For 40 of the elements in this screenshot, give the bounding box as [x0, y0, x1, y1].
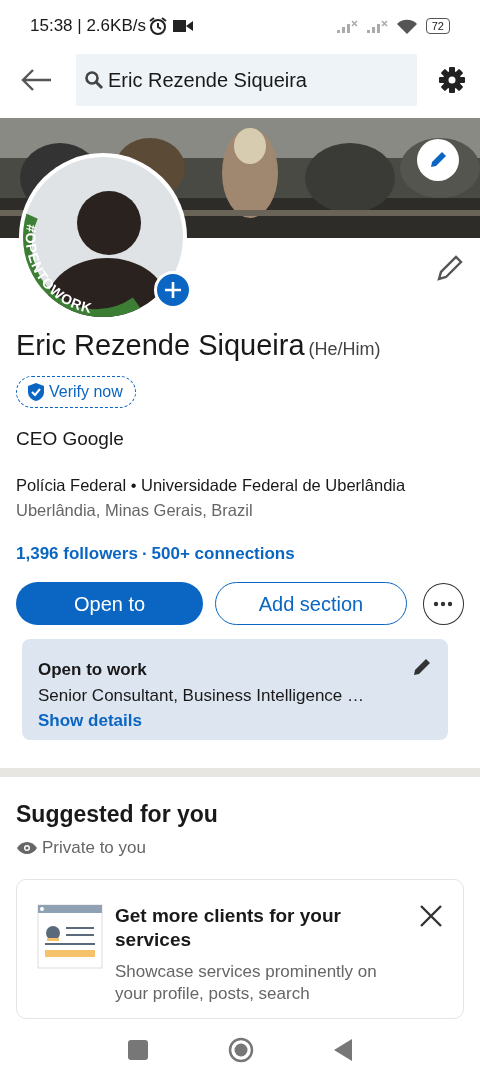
privacy-note: Private to you: [42, 837, 146, 859]
organizations: Polícia Federal • Universidade Federal de Uberlândia: [16, 475, 407, 496]
show-details-link[interactable]: Show details: [38, 708, 142, 734]
pencil-icon[interactable]: [412, 657, 432, 677]
search-icon: [84, 70, 104, 90]
card-text: Senior Consultant, Business Intelligence …: [38, 684, 365, 707]
signal-icon: [365, 19, 388, 33]
pencil-icon[interactable]: [436, 254, 464, 282]
headline: CEO Google: [16, 426, 125, 451]
more-icon: [433, 600, 454, 607]
card-title: Get more clients for your services: [115, 903, 342, 953]
search-field[interactable]: Eric Rezende Siqueira: [76, 54, 417, 106]
status-time: 15:38 | 2.6KB/s: [30, 15, 146, 38]
followers-link[interactable]: 1,396 followers: [16, 540, 138, 566]
camera-icon: [172, 19, 193, 33]
verify-button[interactable]: Verify now: [16, 375, 136, 408]
connections-link[interactable]: 500+ connections: [151, 540, 295, 566]
section-title: Suggested for you: [16, 799, 219, 829]
back-arrow-icon[interactable]: [20, 68, 52, 92]
separator: ·: [141, 542, 148, 565]
pencil-icon: [428, 150, 448, 170]
shield-check-icon: [27, 381, 45, 402]
card-title: Open to work: [38, 659, 148, 681]
signal-icon: [335, 19, 358, 33]
plus-icon: [164, 281, 182, 299]
alarm-icon: [147, 16, 168, 36]
battery-icon: 72: [425, 18, 450, 34]
back-icon[interactable]: [334, 1039, 352, 1061]
open-to-button[interactable]: Open to: [16, 582, 204, 625]
eye-icon: [16, 840, 38, 855]
profile-name: Eric Rezende Siqueira: [16, 328, 305, 363]
pronouns: (He/Him): [308, 338, 381, 361]
more-button[interactable]: [422, 582, 464, 625]
wifi-icon: [395, 18, 418, 34]
add-section-button[interactable]: Add section: [215, 582, 407, 625]
close-icon[interactable]: [419, 903, 443, 928]
card-text: Showcase services prominently on your profile, posts, search: [115, 960, 378, 1005]
profile-card-icon: [37, 903, 103, 970]
location: Uberlândia, Minas Gerais, Brazil: [16, 499, 254, 521]
home-icon[interactable]: [228, 1037, 254, 1063]
